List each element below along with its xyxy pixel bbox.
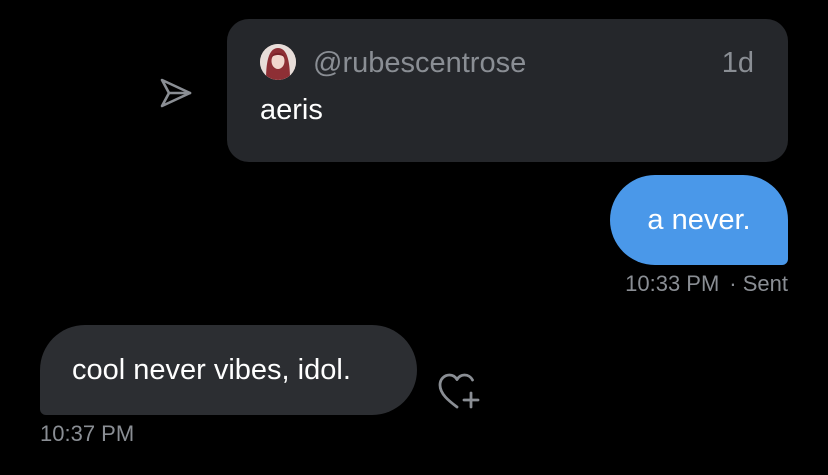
sent-message-meta: 10:33 PM · Sent <box>625 270 788 298</box>
received-message-time: 10:37 PM <box>40 421 135 446</box>
heart-plus-icon[interactable] <box>437 371 483 413</box>
tweet-handle: @rubescentrose <box>313 47 527 79</box>
sent-message-bubble[interactable]: a never. <box>610 175 788 265</box>
shared-tweet-card[interactable]: @rubescentrose 1d aeris <box>227 19 788 162</box>
sent-message-time: 10:33 PM <box>625 271 720 296</box>
tweet-time: 1d <box>721 47 754 79</box>
avatar[interactable] <box>260 44 296 80</box>
send-icon[interactable] <box>158 76 194 110</box>
sent-message-text: a never. <box>647 204 751 236</box>
tweet-text: aeris <box>260 94 323 126</box>
sent-message-status: · Sent <box>729 271 788 296</box>
received-message-bubble[interactable]: cool never vibes, idol. <box>40 325 417 415</box>
received-message-text: cool never vibes, idol. <box>72 354 351 386</box>
